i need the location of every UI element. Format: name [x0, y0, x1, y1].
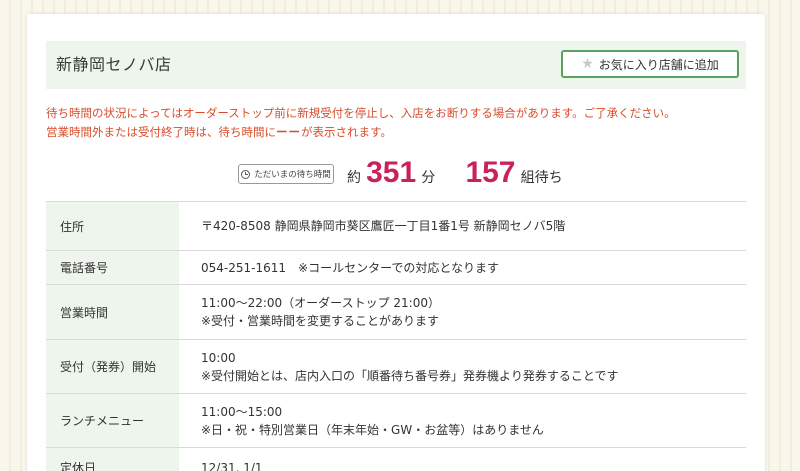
- add-favorite-label: お気に入り店舗に追加: [598, 57, 719, 72]
- ticket-start-text: 10:00: [201, 350, 236, 365]
- wait-values: 約 351 分 157 組待ち: [347, 156, 563, 190]
- info-label: ランチメニュー: [46, 393, 179, 448]
- add-favorite-button[interactable]: ★ お気に入り店舗に追加: [561, 50, 739, 78]
- wait-status: ただいまの待ち時間 約 351 分 157 組待ち: [27, 156, 765, 200]
- info-value: 10:00 ※受付開始とは、店内入口の「順番待ち番号券」発券機より発券することで…: [179, 339, 746, 394]
- store-info-table: 住所 〒420-8508 静岡県静岡市葵区鷹匠一丁目1番1号 新静岡セノバ5階 …: [46, 201, 746, 471]
- info-value: 11:00〜22:00（オーダーストップ 21:00） ※受付・営業時間を変更す…: [179, 284, 746, 340]
- notice-line-2: 営業時間外または受付終了時は、待ち時間にーーが表示されます。: [46, 123, 746, 142]
- wait-groups: 157: [465, 156, 516, 189]
- info-value: 054-251-1611 ※コールセンターでの対応となります: [179, 250, 746, 285]
- info-row-lunch: ランチメニュー 11:00〜15:00 ※日・祝・特別営業日（年末年始・GW・お…: [46, 393, 746, 448]
- info-label: 受付（発券）開始: [46, 339, 179, 394]
- current-wait-label: ただいまの待ち時間: [254, 170, 331, 180]
- info-row-hours: 営業時間 11:00〜22:00（オーダーストップ 21:00） ※受付・営業時…: [46, 284, 746, 340]
- info-label: 営業時間: [46, 284, 179, 340]
- info-label: 定休日: [46, 447, 179, 471]
- info-value: 12/31, 1/1: [179, 447, 746, 471]
- info-value: 11:00〜15:00 ※日・祝・特別営業日（年末年始・GW・お盆等）はありませ…: [179, 393, 746, 448]
- clock-icon: [241, 169, 251, 179]
- phone-text: 054-251-1611 ※コールセンターでの対応となります: [201, 260, 499, 275]
- info-label: 住所: [46, 201, 179, 251]
- notice-line-2-prefix: 営業時間外または受付終了時は、待ち時間に: [46, 125, 276, 139]
- info-row-address: 住所 〒420-8508 静岡県静岡市葵区鷹匠一丁目1番1号 新静岡セノバ5階: [46, 201, 746, 251]
- store-card: 新静岡セノバ店 ★ お気に入り店舗に追加 待ち時間の状況によってはオーダーストッ…: [27, 14, 765, 471]
- notice-line-2-suffix: が表示されます。: [301, 125, 392, 139]
- store-header: 新静岡セノバ店 ★ お気に入り店舗に追加: [46, 41, 746, 89]
- star-icon: ★: [581, 56, 594, 72]
- wait-notice: 待ち時間の状況によってはオーダーストップ前に新規受付を停止し、入店をお断りする場…: [46, 104, 746, 142]
- address-text: 〒420-8508 静岡県静岡市葵区鷹匠一丁目1番1号 新静岡セノバ5階: [201, 219, 566, 233]
- wait-minutes-unit: 分: [421, 170, 436, 186]
- ticket-start-note: ※受付開始とは、店内入口の「順番待ち番号券」発券機より発券することです: [201, 368, 619, 383]
- info-row-ticket-start: 受付（発券）開始 10:00 ※受付開始とは、店内入口の「順番待ち番号券」発券機…: [46, 339, 746, 394]
- current-wait-badge: ただいまの待ち時間: [238, 164, 334, 184]
- notice-dash: ーー: [276, 125, 301, 139]
- info-row-holidays: 定休日 12/31, 1/1: [46, 447, 746, 471]
- hours-text: 11:00〜22:00（オーダーストップ 21:00）: [201, 296, 440, 310]
- holidays-text: 12/31, 1/1: [201, 460, 263, 471]
- info-value: 〒420-8508 静岡県静岡市葵区鷹匠一丁目1番1号 新静岡セノバ5階: [179, 201, 746, 251]
- info-label: 電話番号: [46, 250, 179, 285]
- approx-label: 約: [347, 170, 361, 186]
- lunch-note: ※日・祝・特別営業日（年末年始・GW・お盆等）はありません: [201, 422, 544, 437]
- hours-note: ※受付・営業時間を変更することがあります: [201, 314, 440, 328]
- notice-line-1: 待ち時間の状況によってはオーダーストップ前に新規受付を停止し、入店をお断りする場…: [46, 106, 676, 120]
- lunch-text: 11:00〜15:00: [201, 404, 283, 419]
- wait-minutes: 351: [366, 156, 417, 189]
- info-row-phone: 電話番号 054-251-1611 ※コールセンターでの対応となります: [46, 250, 746, 285]
- store-name: 新静岡セノバ店: [56, 55, 172, 74]
- wait-groups-unit: 組待ち: [520, 170, 563, 186]
